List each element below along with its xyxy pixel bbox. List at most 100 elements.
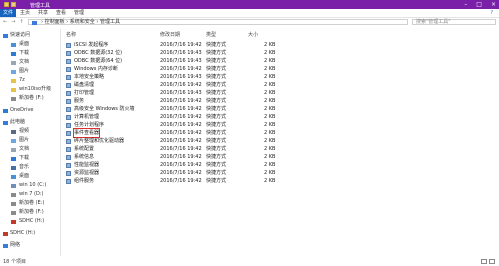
file-name: 任务计划程序 [74, 122, 105, 128]
table-row[interactable]: 资源监视器 2016/7/16 19:42 快捷方式 2 KB [62, 169, 492, 177]
file-type: 快捷方式 [206, 114, 227, 120]
table-row[interactable]: 计算机管理 2016/7/16 19:42 快捷方式 2 KB [62, 113, 492, 121]
file-date: 2016/7/16 19:42 [160, 66, 202, 72]
file-type: 快捷方式 [206, 154, 227, 160]
shortcut-icon [66, 122, 71, 128]
table-row[interactable]: 磁盘清理 2016/7/16 19:42 快捷方式 2 KB [62, 81, 492, 89]
file-size: 2 KB [264, 106, 276, 112]
table-row[interactable]: 系统配置 2016/7/16 19:42 快捷方式 2 KB [62, 145, 492, 153]
close-icon[interactable]: × [491, 1, 496, 8]
table-row[interactable]: 打印管理 2016/7/16 19:43 快捷方式 2 KB [62, 89, 492, 97]
file-date: 2016/7/16 19:42 [160, 42, 202, 48]
column-size[interactable]: 大小 [248, 31, 258, 39]
sd-card-icon [11, 219, 16, 224]
file-date: 2016/7/16 19:42 [160, 130, 202, 136]
file-name: 系统信息 [74, 154, 95, 160]
file-size: 2 KB [264, 90, 276, 96]
file-size: 2 KB [264, 170, 276, 176]
file-date: 2016/7/16 19:42 [160, 106, 202, 112]
search-input[interactable]: 搜索"管理工具" [412, 19, 496, 25]
table-row[interactable]: 组件服务 2016/7/16 19:42 快捷方式 2 KB [62, 177, 492, 185]
file-type: 快捷方式 [206, 74, 227, 80]
minimize-icon[interactable]: – [464, 1, 467, 8]
file-size: 2 KB [264, 122, 276, 128]
picture-icon [11, 69, 16, 74]
address-bar[interactable]: › 控制面板 › 系统和安全 › 管理工具 [28, 19, 408, 25]
shortcut-icon [66, 170, 71, 176]
help-icon[interactable]: ? [490, 9, 493, 17]
file-size: 2 KB [264, 50, 276, 56]
table-row[interactable]: 本地安全策略 2016/7/16 19:43 快捷方式 2 KB [62, 73, 492, 81]
file-type: 快捷方式 [206, 98, 227, 104]
window-controls: – □ × [464, 1, 496, 8]
shortcut-icon [66, 82, 71, 88]
file-name: 资源监视器 [74, 170, 100, 176]
file-size: 2 KB [264, 162, 276, 168]
file-type: 快捷方式 [206, 106, 227, 112]
table-row[interactable]: 高级安全 Windows 防火墙 2016/7/16 19:42 快捷方式 2 KB [62, 105, 492, 113]
document-icon [11, 60, 16, 65]
file-size: 2 KB [264, 178, 276, 184]
file-date: 2016/7/16 19:42 [160, 154, 202, 160]
drive-icon [11, 183, 16, 188]
maximize-icon[interactable]: □ [476, 1, 482, 8]
back-button[interactable]: ← [3, 18, 7, 26]
quick-access-toolbar [4, 2, 16, 7]
file-type: 快捷方式 [206, 82, 227, 88]
forward-button[interactable]: → [11, 18, 15, 26]
file-date: 2016/7/16 19:42 [160, 138, 202, 144]
details-view-icon[interactable] [481, 259, 487, 264]
file-type: 快捷方式 [206, 130, 227, 136]
pane-divider[interactable] [60, 29, 61, 256]
file-tab[interactable]: 文件 [0, 9, 16, 17]
file-type: 快捷方式 [206, 162, 227, 168]
ribbon-tabs: 主页 共享 查看 管理 [20, 9, 84, 17]
file-name: iSCSI 发起程序 [74, 42, 109, 48]
file-name: 事件查看器 [72, 128, 101, 138]
column-type[interactable]: 类型 [206, 31, 216, 39]
table-row[interactable]: ODBC 数据源(32 位) 2016/7/16 19:43 快捷方式 2 KB [62, 49, 492, 57]
tab-share[interactable]: 共享 [38, 9, 48, 17]
desktop-icon [11, 42, 16, 47]
file-size: 2 KB [264, 114, 276, 120]
control-panel-icon [32, 20, 37, 25]
table-row[interactable]: 性能监视器 2016/7/16 19:42 快捷方式 2 KB [62, 161, 492, 169]
file-size: 2 KB [264, 58, 276, 64]
tab-home[interactable]: 主页 [20, 9, 30, 17]
address-row: ← → ↑ › 控制面板 › 系统和安全 › 管理工具 搜索"管理工具" [0, 18, 499, 26]
folder-icon[interactable] [4, 2, 9, 7]
navigation-buttons: ← → ↑ [3, 18, 24, 26]
column-name[interactable]: 名称 [66, 31, 76, 39]
file-name: 打印管理 [74, 90, 95, 96]
computer-icon [3, 120, 8, 125]
table-row[interactable]: 碎片整理和优化驱动器 2016/7/16 19:42 快捷方式 2 KB [62, 137, 492, 145]
table-row[interactable]: 任务计划程序 2016/7/16 19:42 快捷方式 2 KB [62, 121, 492, 129]
shortcut-icon [66, 66, 71, 72]
file-date: 2016/7/16 19:42 [160, 98, 202, 104]
large-icons-view-icon[interactable] [489, 259, 495, 264]
table-row[interactable]: iSCSI 发起程序 2016/7/16 19:42 快捷方式 2 KB [62, 41, 492, 49]
table-row-selected[interactable]: 事件查看器 2016/7/16 19:42 快捷方式 2 KB [62, 128, 492, 138]
file-type: 快捷方式 [206, 138, 227, 144]
shortcut-icon [66, 178, 71, 184]
column-date[interactable]: 修改日期 [160, 31, 180, 39]
folder-icon[interactable] [11, 2, 16, 7]
drive-icon [11, 96, 16, 101]
tab-view[interactable]: 查看 [56, 9, 66, 17]
window-title: 管理工具 [30, 2, 51, 9]
file-name: 高级安全 Windows 防火墙 [74, 106, 135, 112]
file-type: 快捷方式 [206, 42, 227, 48]
table-row[interactable]: ODBC 数据源(64 位) 2016/7/16 19:43 快捷方式 2 KB [62, 57, 492, 65]
table-row[interactable]: Windows 内存诊断 2016/7/16 19:42 快捷方式 2 KB [62, 65, 492, 73]
tab-manage[interactable]: 管理 [74, 9, 84, 17]
file-name: 系统配置 [74, 146, 95, 152]
file-name: 性能监视器 [74, 162, 100, 168]
up-button[interactable]: ↑ [19, 18, 23, 26]
file-name: 服务 [74, 98, 85, 104]
file-type: 快捷方式 [206, 58, 227, 64]
table-row[interactable]: 系统信息 2016/7/16 19:42 快捷方式 2 KB [62, 153, 492, 161]
file-size: 2 KB [264, 154, 276, 160]
file-size: 2 KB [264, 42, 276, 48]
table-row[interactable]: 服务 2016/7/16 19:42 快捷方式 2 KB [62, 97, 492, 105]
file-type: 快捷方式 [206, 170, 227, 176]
